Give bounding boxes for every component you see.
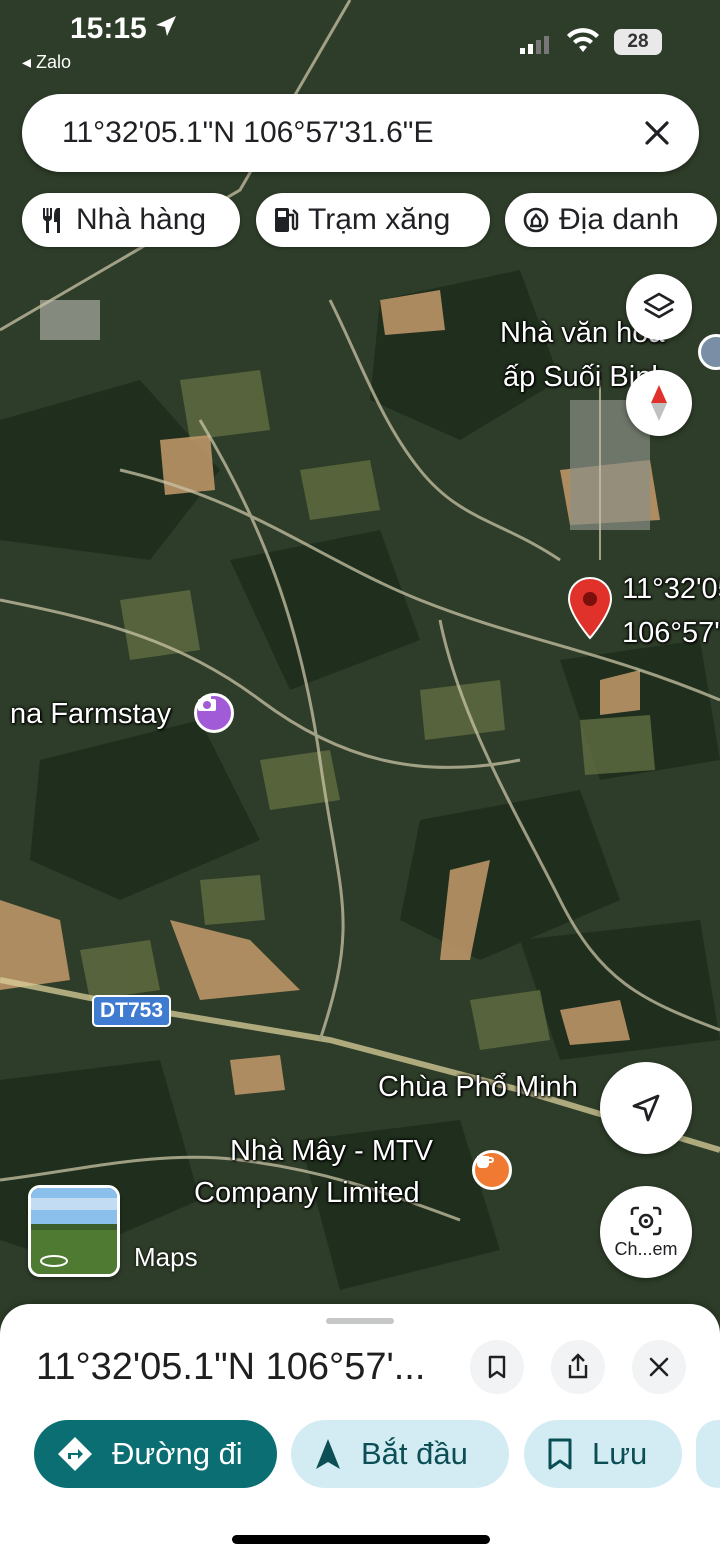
start-label: Bắt đầu	[361, 1436, 468, 1471]
back-to-app-link[interactable]: ◂ Zalo	[22, 52, 71, 73]
camera-lens-icon	[630, 1206, 662, 1235]
pin-coordinate-lng: 106°57'	[622, 617, 720, 649]
chip-label-landmarks: Địa danh	[559, 203, 680, 236]
place-title: 11°32'05.1"N 106°57'...	[36, 1346, 426, 1388]
status-bar: 15:15 ◂ Zalo 28	[0, 0, 720, 80]
map-label-company[interactable]: Nhà Mây - MTV	[230, 1134, 433, 1169]
directions-icon	[58, 1437, 92, 1471]
battery-indicator: 28	[614, 29, 662, 55]
location-pin-icon[interactable]	[566, 576, 614, 640]
more-actions-button[interactable]	[696, 1420, 720, 1488]
maps-attribution: Maps	[134, 1242, 198, 1272]
status-time: 15:15	[70, 12, 147, 45]
save-button[interactable]: Lưu	[524, 1420, 682, 1488]
layers-icon	[643, 292, 675, 319]
close-icon	[649, 1357, 669, 1377]
chip-landmarks[interactable]: Địa danh	[505, 193, 717, 247]
place-bottom-sheet[interactable]: 11°32'05.1"N 106°57'... Đường đi Bắt đầu	[0, 1304, 720, 1558]
my-location-button[interactable]	[600, 1062, 692, 1154]
map-label-company-line2[interactable]: Company Limited	[194, 1176, 420, 1211]
chip-gas-stations[interactable]: Trạm xăng	[256, 193, 490, 247]
save-label: Lưu	[592, 1436, 648, 1471]
chip-label-gas-stations: Trạm xăng	[308, 203, 451, 236]
chip-label-restaurants: Nhà hàng	[76, 203, 207, 236]
directions-label: Đường đi	[112, 1436, 243, 1471]
pin-coordinate-lat: 11°32'05	[622, 573, 720, 605]
directions-button[interactable]: Đường đi	[34, 1420, 277, 1488]
landmark-icon	[523, 207, 549, 233]
navigation-icon	[316, 1439, 340, 1469]
navigation-arrow-icon	[632, 1094, 660, 1122]
camera-search-button[interactable]: Ch...em	[600, 1186, 692, 1278]
save-bookmark-button[interactable]	[470, 1340, 524, 1394]
compass-button[interactable]	[626, 370, 692, 436]
map-label-farmstay[interactable]: na Farmstay	[10, 697, 171, 732]
share-icon	[568, 1353, 588, 1379]
compass-icon	[651, 385, 667, 421]
camera-poi-icon[interactable]	[194, 693, 234, 733]
clear-search-icon[interactable]	[637, 113, 677, 153]
search-input[interactable]: 11°32'05.1"N 106°57'31.6"E	[62, 116, 433, 150]
road-badge: DT753	[92, 995, 172, 1027]
layers-button[interactable]	[626, 274, 692, 340]
chip-restaurants[interactable]: Nhà hàng	[22, 193, 240, 247]
camera-search-label: Ch...em	[614, 1238, 678, 1259]
cellular-signal-icon	[520, 36, 549, 54]
close-sheet-button[interactable]	[632, 1340, 686, 1394]
restaurant-icon	[42, 208, 60, 233]
search-bar[interactable]: 11°32'05.1"N 106°57'31.6"E	[22, 94, 699, 172]
bookmark-icon	[488, 1355, 506, 1379]
location-arrow-icon	[156, 16, 176, 36]
bookmark-save-icon	[548, 1438, 572, 1470]
sheet-drag-handle[interactable]	[326, 1318, 394, 1324]
map-label-pagoda[interactable]: Chùa Phổ Minh	[378, 1070, 578, 1105]
share-button[interactable]	[551, 1340, 605, 1394]
home-indicator[interactable]	[232, 1535, 490, 1544]
gas-station-icon	[275, 208, 299, 232]
360-rotate-icon	[40, 1255, 68, 1267]
street-view-thumbnail[interactable]	[28, 1185, 120, 1277]
cafe-poi-icon[interactable]	[472, 1150, 512, 1190]
wifi-icon	[567, 28, 599, 52]
start-navigation-button[interactable]: Bắt đầu	[291, 1420, 509, 1488]
